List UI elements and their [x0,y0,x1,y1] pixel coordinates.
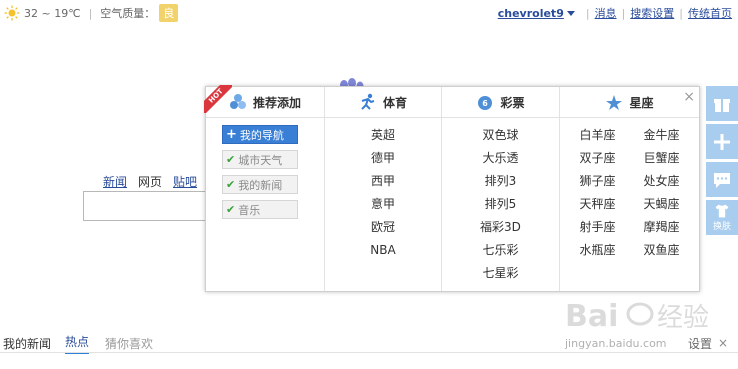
check-icon: ✔ [226,153,236,166]
zodiac-item[interactable]: 双鱼座 [630,239,694,262]
lottery-list: 双色球 大乐透 排列3 排列5 福彩3D 七乐彩 七星彩 [442,124,559,285]
add-button[interactable] [706,124,738,159]
skin-button[interactable]: 换肤 [706,200,738,235]
lottery-item[interactable]: 七乐彩 [442,239,559,262]
air-quality-badge: 良 [159,4,179,22]
sports-column: 体育 英超 德甲 西甲 意甲 欧冠 NBA [325,87,442,291]
add-widget-panel: HOT × 推荐添加 + 我的导航 ✔ 城市天气 ✔ 我的新闻 ✔ 音乐 体育 … [204,85,700,292]
zodiac-column: 星座 白羊座 金牛座 双子座 巨蟹座 狮子座 处女座 天秤座 天蝎座 射手座 摩… [560,87,699,291]
nav-news[interactable]: 新闻 [103,173,127,190]
zodiac-item[interactable]: 双子座 [566,147,630,170]
rec-item-label: 我的新闻 [238,178,283,192]
sun-icon [4,5,20,21]
lottery-item[interactable]: 福彩3D [442,216,559,239]
comment-button[interactable] [706,162,738,197]
lottery-item[interactable]: 排列5 [442,193,559,216]
sports-header: 体育 [325,87,441,118]
gift-icon [714,98,730,112]
recommend-column: 推荐添加 + 我的导航 ✔ 城市天气 ✔ 我的新闻 ✔ 音乐 [206,87,325,291]
svg-text:经验: 经验 [657,303,709,333]
divider: | [679,6,683,20]
recommend-list: + 我的导航 ✔ 城市天气 ✔ 我的新闻 ✔ 音乐 [222,125,298,225]
search-settings-link[interactable]: 搜索设置 [630,5,674,21]
username-link[interactable]: chevrolet9 [498,7,564,20]
zodiac-item[interactable]: 天蝎座 [630,193,694,216]
lottery-item[interactable]: 排列3 [442,170,559,193]
lottery-column: 6 彩票 双色球 大乐透 排列3 排列5 福彩3D 七乐彩 七星彩 [442,87,560,291]
lottery-item[interactable]: 七星彩 [442,262,559,285]
recommend-title: 推荐添加 [252,95,301,110]
nav-tieba[interactable]: 贴吧 [173,173,197,190]
rec-item-label: 我的导航 [239,128,284,142]
rec-item-my-nav[interactable]: + 我的导航 [222,125,298,144]
zodiac-item[interactable]: 天秤座 [566,193,630,216]
skin-label: 换肤 [712,222,731,232]
top-bar: 32 ~ 19℃ | 空气质量： 良 chevrolet9 | 消息 | 搜索设… [0,0,738,26]
air-quality-label: 空气质量： [100,7,156,20]
zodiac-title: 星座 [629,95,654,110]
right-sidebar: 换肤 [706,86,738,238]
news-close-icon[interactable]: × [718,336,728,350]
divider: | [88,6,93,20]
zodiac-grid: 白羊座 金牛座 双子座 巨蟹座 狮子座 处女座 天秤座 天蝎座 射手座 摩羯座 … [560,124,699,262]
plus-icon: + [226,127,237,142]
rec-item-city-weather[interactable]: ✔ 城市天气 [222,150,298,169]
star-icon [606,95,623,110]
rec-item-music[interactable]: ✔ 音乐 [222,200,298,219]
search-category-nav: 新闻 网页 贴吧 [103,173,197,190]
weather-widget[interactable]: 32 ~ 19℃ | 空气质量： 良 [4,4,179,22]
svg-text:6: 6 [483,99,489,108]
gift-button[interactable] [706,86,738,121]
lottery-item[interactable]: 双色球 [442,124,559,147]
zodiac-item[interactable]: 巨蟹座 [630,147,694,170]
chevron-down-icon[interactable] [566,10,575,16]
temperature: 32 ~ 19℃ [24,6,81,20]
check-icon: ✔ [226,203,236,216]
rec-item-my-news[interactable]: ✔ 我的新闻 [222,175,298,194]
zodiac-item[interactable]: 摩羯座 [630,216,694,239]
divider [0,352,738,353]
sports-item[interactable]: NBA [325,239,441,262]
zodiac-item[interactable]: 水瓶座 [566,239,630,262]
lottery-ball-icon: 6 [478,96,493,110]
search-input[interactable] [83,191,214,221]
messages-link[interactable]: 消息 [595,5,617,21]
sports-item[interactable]: 意甲 [325,193,441,216]
tshirt-icon [715,204,729,218]
sports-item[interactable]: 欧冠 [325,216,441,239]
sports-title: 体育 [382,95,407,110]
divider: | [621,6,626,20]
sports-item[interactable]: 西甲 [325,170,441,193]
zodiac-item[interactable]: 处女座 [630,170,694,193]
zodiac-item[interactable]: 射手座 [566,216,630,239]
rec-item-label: 城市天气 [238,153,283,167]
recommend-header: 推荐添加 [206,87,324,118]
classic-home-link[interactable]: 传统首页 [688,5,732,21]
nav-web-current[interactable]: 网页 [138,173,162,190]
tab-hot[interactable]: 热点 [65,333,90,354]
sports-item[interactable]: 英超 [325,124,441,147]
zodiac-item[interactable]: 狮子座 [566,170,630,193]
sports-item[interactable]: 德甲 [325,147,441,170]
lottery-title: 彩票 [500,95,525,110]
check-icon: ✔ [226,178,236,191]
bubbles-icon [229,94,246,109]
svg-text:Bai: Bai [565,299,618,334]
chat-bubble-icon [714,172,730,188]
lottery-item[interactable]: 大乐透 [442,147,559,170]
lottery-header: 6 彩票 [442,87,559,118]
plus-icon [714,133,730,150]
tab-recommend[interactable]: 猜你喜欢 [105,335,153,352]
zodiac-header: 星座 [560,87,699,118]
zodiac-item[interactable]: 白羊座 [566,124,630,147]
top-links: chevrolet9 | 消息 | 搜索设置 | 传统首页 [498,5,732,21]
divider: | [585,6,590,20]
watermark-url: jingyan.baidu.com [565,337,667,350]
sports-list: 英超 德甲 西甲 意甲 欧冠 NBA [325,124,441,262]
sports-runner-icon [361,93,375,110]
zodiac-item[interactable]: 金牛座 [630,124,694,147]
my-news-title: 我的新闻 [3,336,52,351]
rec-item-label: 音乐 [238,203,261,217]
